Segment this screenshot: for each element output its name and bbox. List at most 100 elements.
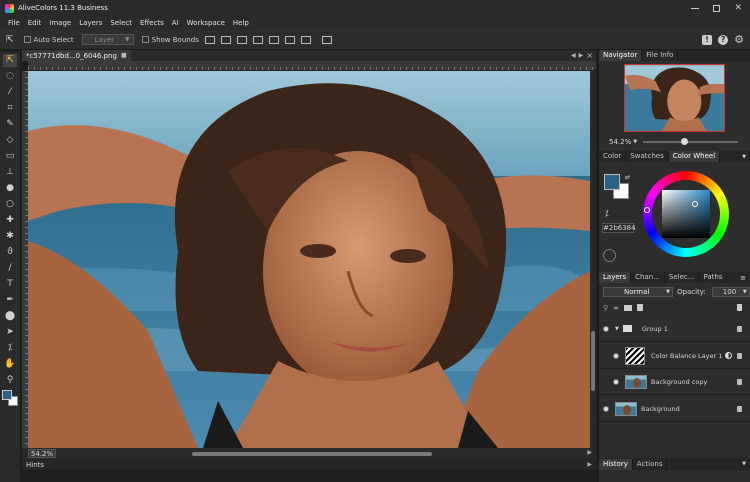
path-select-tool-icon[interactable]: ➤: [3, 326, 17, 339]
close-tab-icon[interactable]: ■: [121, 52, 127, 59]
auto-select-checkbox[interactable]: [23, 36, 31, 43]
tab-close-all-icon[interactable]: ×: [586, 51, 593, 60]
menu-workspace[interactable]: Workspace: [187, 19, 225, 27]
crop-tool-icon[interactable]: ⌗: [3, 102, 17, 115]
link-icon[interactable]: ∞: [613, 304, 619, 312]
panel-options-icon[interactable]: ≡: [740, 274, 746, 282]
magic-wand-icon[interactable]: ⁄: [3, 86, 17, 99]
warp-tool-icon[interactable]: ✱: [3, 230, 17, 243]
blur-tool-icon[interactable]: ●: [3, 182, 17, 195]
align-right-icon[interactable]: [236, 35, 247, 44]
move-tool-icon[interactable]: ⇱: [6, 35, 14, 45]
pen-tool-icon[interactable]: ✒: [3, 294, 17, 307]
layer-row[interactable]: Background: [599, 396, 750, 422]
tab-actions[interactable]: Actions: [633, 458, 668, 470]
eraser-tool-icon[interactable]: ◇: [3, 134, 17, 147]
grid-icon[interactable]: [321, 35, 332, 44]
opacity-field[interactable]: 100 ▼: [711, 287, 750, 297]
visibility-eye-icon[interactable]: [603, 405, 609, 412]
healing-tool-icon[interactable]: ✚: [3, 214, 17, 227]
shape-tool-icon[interactable]: ⬤: [3, 310, 17, 323]
help-icon[interactable]: ?: [718, 34, 729, 45]
new-layer-icon[interactable]: [636, 304, 643, 311]
menu-help[interactable]: Help: [233, 19, 249, 27]
menu-layers[interactable]: Layers: [79, 19, 102, 27]
layer-row[interactable]: ▼ Group 1: [599, 316, 750, 342]
tab-history[interactable]: History: [599, 458, 633, 470]
layer-row[interactable]: Background copy: [599, 369, 750, 395]
zoom-tool-icon[interactable]: ⚲: [3, 374, 17, 387]
menu-effects[interactable]: Effects: [140, 19, 164, 27]
color-wheel-picker-marker[interactable]: [692, 201, 698, 207]
tab-selections[interactable]: Selec...: [665, 272, 700, 283]
chevron-down-icon[interactable]: ▼: [633, 139, 637, 145]
layer-lock-icon[interactable]: [737, 405, 742, 412]
expand-arrow-icon[interactable]: ▼: [615, 326, 619, 332]
move-tool-icon[interactable]: ⇱: [3, 54, 17, 67]
align-center-icon[interactable]: [220, 35, 231, 44]
lasso-tool-icon[interactable]: ◌: [3, 70, 17, 83]
new-group-icon[interactable]: [623, 304, 632, 311]
vertical-scrollbar-thumb[interactable]: [591, 331, 595, 391]
hand-tool-icon[interactable]: ✋: [3, 358, 17, 371]
distribute-icon[interactable]: [300, 35, 311, 44]
close-button[interactable]: ✕: [734, 3, 742, 13]
tab-swatches[interactable]: Swatches: [626, 151, 669, 162]
primary-color-box[interactable]: [604, 174, 620, 190]
brush-tool-icon[interactable]: ✎: [3, 118, 17, 131]
panel-menu-icon[interactable]: ▼: [742, 461, 746, 467]
lock-icon[interactable]: ⚲: [603, 304, 608, 312]
image-canvas[interactable]: [28, 71, 590, 448]
saturation-square[interactable]: [662, 190, 710, 238]
tab-arrow-right-icon[interactable]: ▶: [579, 52, 584, 59]
tab-navigator[interactable]: Navigator: [599, 50, 643, 61]
delete-layer-icon[interactable]: [737, 304, 742, 311]
navigator-zoom-slider-handle[interactable]: [681, 138, 689, 145]
visibility-eye-icon[interactable]: [613, 352, 619, 359]
pencil-tool-icon[interactable]: /: [3, 262, 17, 275]
align-bottom-icon[interactable]: [284, 35, 295, 44]
eyedropper-tool-icon[interactable]: ⁒: [3, 342, 17, 355]
horizontal-scrollbar-thumb[interactable]: [192, 452, 432, 456]
scroll-right-icon[interactable]: ▶: [587, 449, 592, 456]
layer-lock-icon[interactable]: [737, 325, 742, 332]
color-wheel[interactable]: [643, 171, 729, 257]
stamp-tool-icon[interactable]: ⊥: [3, 166, 17, 179]
hints-expand-icon[interactable]: ▶: [587, 461, 592, 468]
align-top-icon[interactable]: [252, 35, 263, 44]
navigator-zoom-slider[interactable]: [643, 138, 739, 145]
tab-arrow-left-icon[interactable]: ◀: [571, 52, 576, 59]
layer-lock-icon[interactable]: [737, 378, 742, 385]
visibility-eye-icon[interactable]: [613, 378, 619, 385]
layer-select-dropdown[interactable]: Layer ▼: [81, 34, 134, 45]
dodge-tool-icon[interactable]: ○: [3, 198, 17, 211]
color-history-icon[interactable]: [603, 249, 616, 262]
hex-field[interactable]: #2b6384: [602, 223, 636, 233]
tab-channels[interactable]: Chan...: [631, 272, 665, 283]
align-middle-icon[interactable]: [268, 35, 279, 44]
settings-gear-icon[interactable]: ⚙: [734, 33, 744, 46]
blend-mode-dropdown[interactable]: Normal ▼: [603, 287, 673, 297]
color-swatches[interactable]: [2, 390, 18, 406]
zoom-field[interactable]: 54.2%: [28, 449, 56, 458]
navigator-preview[interactable]: [624, 64, 725, 132]
navigator-zoom-value[interactable]: 54.2%: [609, 138, 631, 146]
visibility-eye-icon[interactable]: [603, 325, 609, 332]
document-tab[interactable]: *c57771dbd...0_6046.png ■: [22, 50, 131, 61]
notification-icon[interactable]: !: [702, 34, 713, 45]
smudge-tool-icon[interactable]: ϑ: [3, 246, 17, 259]
menu-image[interactable]: Image: [49, 19, 71, 27]
gradient-tool-icon[interactable]: ▭: [3, 150, 17, 163]
maximize-button[interactable]: [713, 4, 721, 12]
color-wheel-hue-marker[interactable]: [644, 207, 650, 213]
layer-lock-icon[interactable]: [737, 352, 742, 359]
menu-select[interactable]: Select: [110, 19, 132, 27]
menu-ai[interactable]: AI: [172, 19, 179, 27]
eyedropper-icon[interactable]: ⁒: [605, 209, 609, 218]
tab-paths[interactable]: Paths: [699, 272, 728, 283]
show-bounds-checkbox[interactable]: [141, 36, 149, 43]
minimize-button[interactable]: [691, 7, 700, 9]
layer-row[interactable]: Color Balance Layer 1: [599, 343, 750, 369]
tab-file-info[interactable]: File Info: [642, 50, 679, 61]
tab-color-wheel[interactable]: Color Wheel: [668, 151, 721, 162]
